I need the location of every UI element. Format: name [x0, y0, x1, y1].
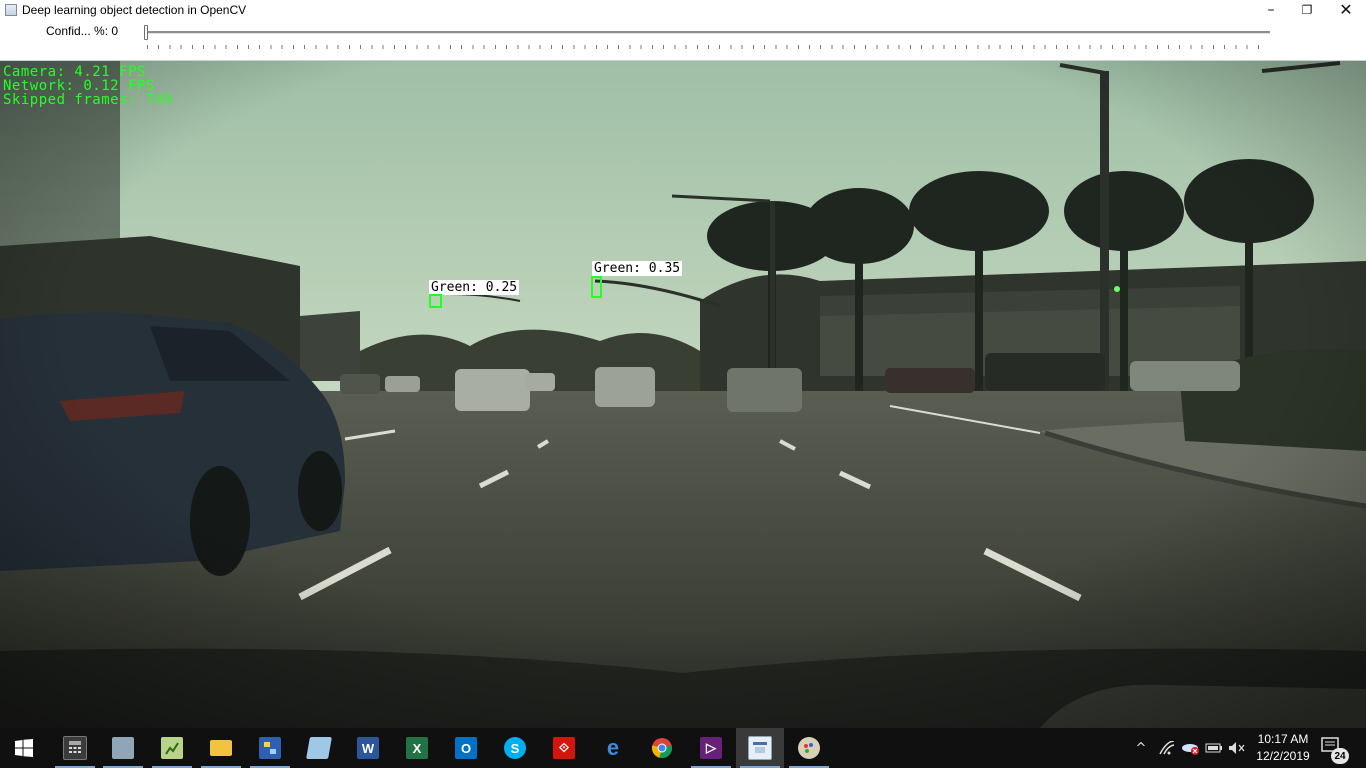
window-title: Deep learning object detection in OpenCV: [22, 2, 247, 17]
onedrive-error-icon[interactable]: [1180, 728, 1202, 768]
notepad-chart-icon[interactable]: [148, 728, 196, 768]
opencv-window-icon[interactable]: [736, 728, 784, 768]
system-tool-icon[interactable]: [99, 728, 147, 768]
video-frame: Camera: 4.21 FPS Network: 0.12 FPS Skipp…: [0, 61, 1366, 728]
minimize-button[interactable]: –: [1253, 0, 1289, 19]
show-hidden-icons-chevron-icon[interactable]: ^: [1130, 728, 1152, 768]
network-fps-text: Network: 0.12 FPS: [3, 78, 155, 94]
paint-icon[interactable]: [785, 728, 833, 768]
skype-icon[interactable]: S: [491, 728, 539, 768]
confidence-trackbar-panel: Confid... %: 0: [0, 19, 1366, 61]
clock-date: 12/2/2019: [1256, 749, 1310, 763]
network-tool-icon[interactable]: [246, 728, 294, 768]
street-scene-image: [0, 61, 1366, 728]
camera-fps-text: Camera: 4.21 FPS: [3, 64, 146, 80]
notification-count-badge: 24: [1331, 748, 1349, 764]
restore-button[interactable]: ❐: [1289, 0, 1325, 19]
calculator-icon[interactable]: [51, 728, 99, 768]
skipped-frames-text: Skipped frames: 748: [3, 92, 173, 108]
window-title-bar[interactable]: Deep learning object detection in OpenCV…: [0, 0, 1366, 19]
excel-icon[interactable]: X: [393, 728, 441, 768]
detection-label: Green: 0.35: [592, 261, 683, 276]
wifi-icon[interactable]: [1156, 728, 1178, 768]
confidence-trackbar-label: Confid... %: 0: [46, 24, 119, 38]
visual-studio-icon[interactable]: ▷: [687, 728, 735, 768]
windows-start-icon[interactable]: [0, 728, 48, 768]
detection-label: Green: 0.25: [429, 280, 520, 295]
file-explorer-icon[interactable]: [197, 728, 245, 768]
battery-icon[interactable]: [1203, 728, 1225, 768]
chrome-icon[interactable]: [638, 728, 686, 768]
windows-taskbar: W X O S ⟐ e ▷ ^ 10:17 AM 12/2/2019 24: [0, 728, 1366, 768]
app-window-icon: [5, 3, 17, 16]
detection-box: [429, 294, 442, 308]
edge-icon[interactable]: e: [589, 728, 637, 768]
confidence-trackbar-track[interactable]: [146, 31, 1270, 34]
outlook-icon[interactable]: O: [442, 728, 490, 768]
word-icon[interactable]: W: [344, 728, 392, 768]
acrobat-icon[interactable]: ⟐: [540, 728, 588, 768]
volume-muted-icon[interactable]: [1226, 728, 1248, 768]
book-reader-icon[interactable]: [295, 728, 343, 768]
clock-time: 10:17 AM: [1257, 732, 1309, 746]
close-button[interactable]: ✕: [1328, 0, 1364, 19]
detection-box: [591, 276, 602, 298]
confidence-trackbar-ticks: [147, 45, 1269, 49]
taskbar-clock[interactable]: 10:17 AM 12/2/2019: [1250, 731, 1316, 765]
confidence-trackbar-thumb[interactable]: [144, 25, 148, 40]
